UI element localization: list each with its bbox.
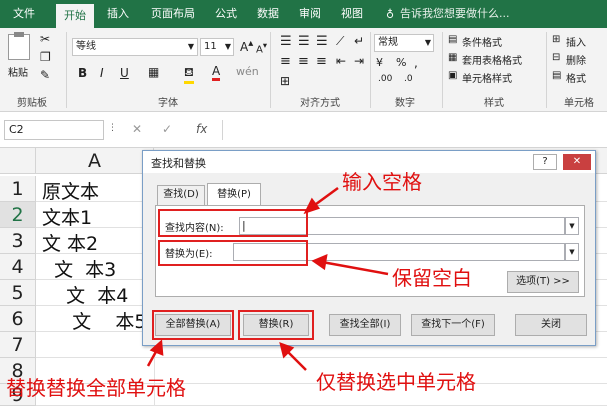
annotation-keep-blank: 保留空白 (392, 266, 472, 290)
arrow-to-replace-btn (285, 349, 307, 371)
annotation-input-space: 输入空格 (342, 170, 422, 194)
annotation-arrows (146, 186, 389, 371)
annotation-replace-selected: 仅替换选中单元格 (316, 370, 476, 394)
arrow-to-replace (321, 260, 389, 276)
arrowhead-icon (149, 339, 164, 356)
arrowhead-icon (303, 197, 321, 215)
annotation-replace-all: 替换替换全部单元格 (6, 376, 186, 400)
arrowhead-icon (311, 253, 328, 271)
